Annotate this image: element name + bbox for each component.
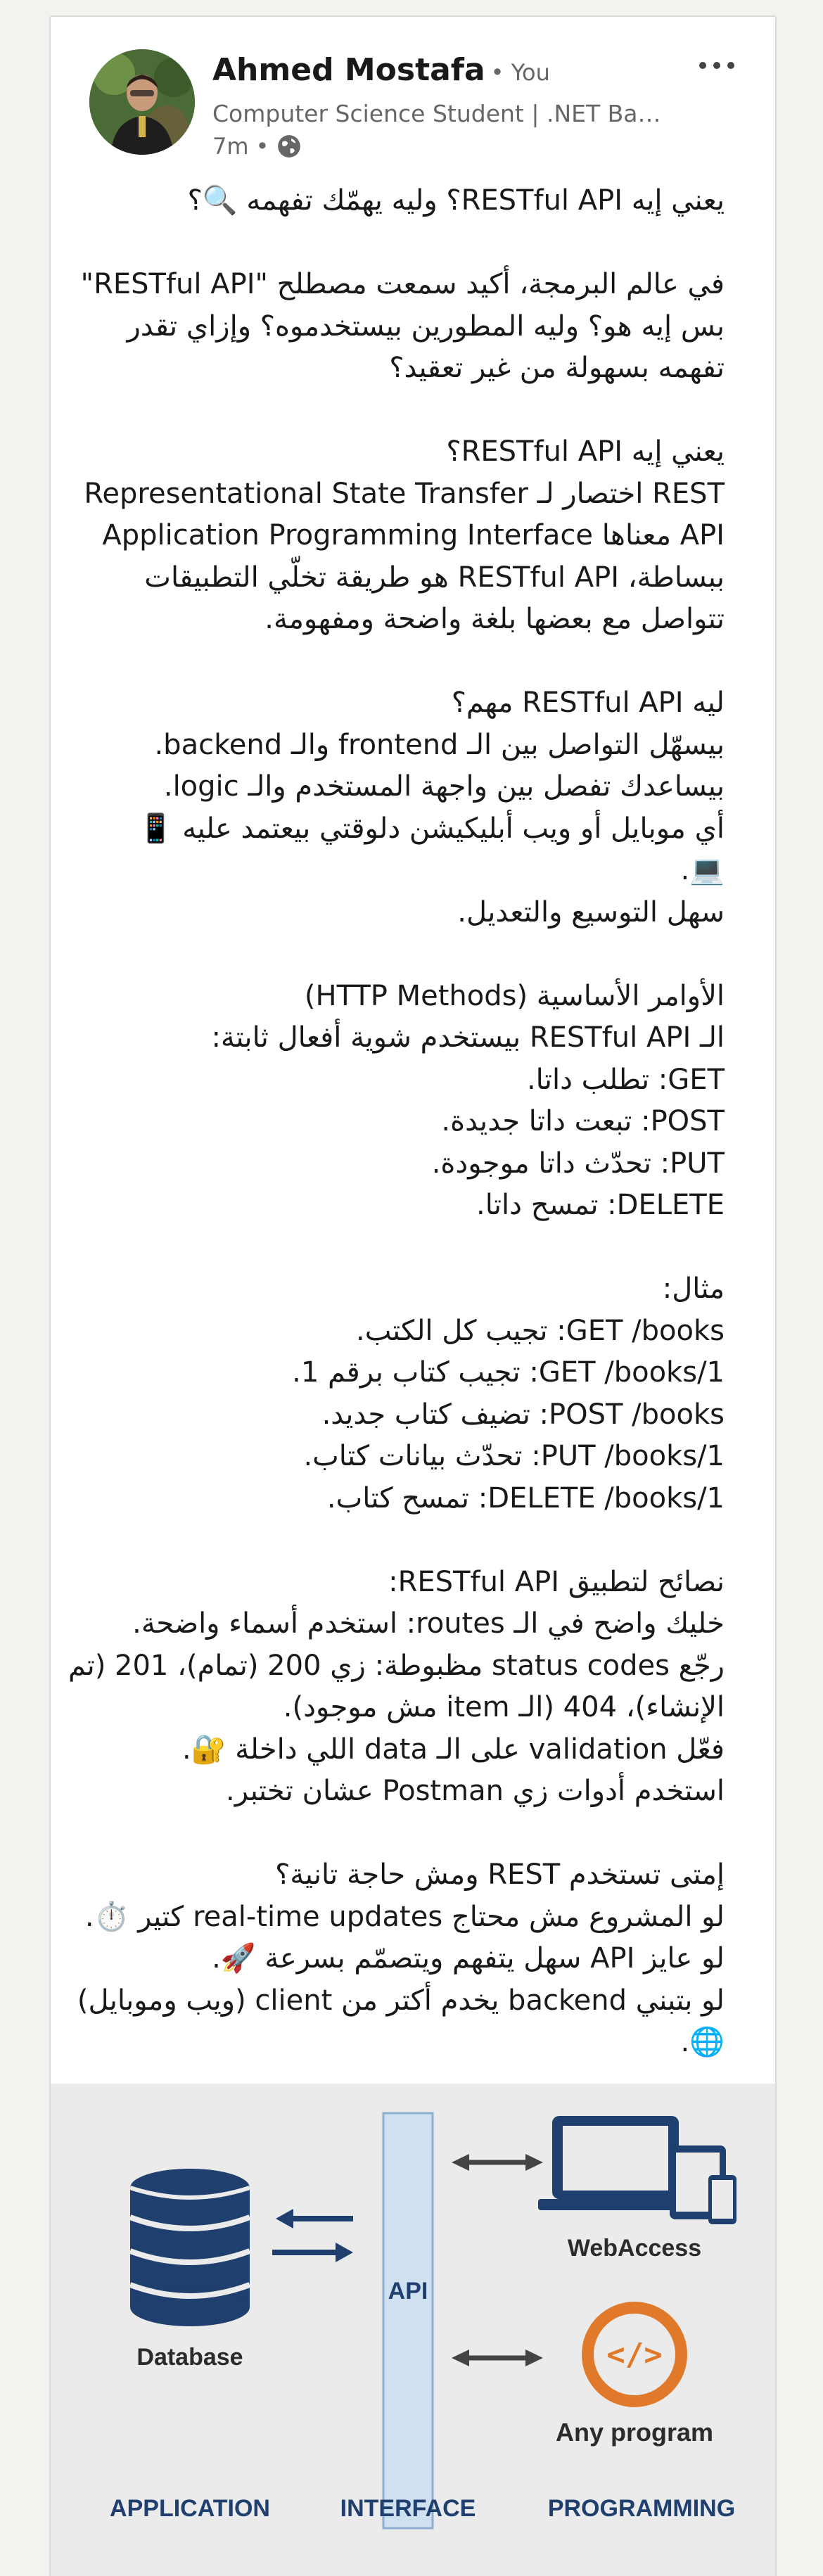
post-text-line: PUT /books/1: تحدّث بيانات كتاب.: [303, 1440, 725, 1472]
post-text-line: POST: تبعت داتا جديدة.: [441, 1105, 725, 1137]
meta-separator: •: [255, 133, 269, 160]
post-header: Ahmed Mostafa • You Computer Science Stud…: [51, 17, 775, 179]
post-text-line: رجّع status codes مظبوطة: زي 200 (تمام)،…: [68, 1649, 725, 1682]
bottom-label-interface: INTERFACE: [340, 2495, 476, 2522]
post-text-line: الـ RESTful API بيستخدم شوية أفعال ثابتة…: [211, 1021, 725, 1054]
database-label: Database: [136, 2344, 243, 2371]
you-badge: • You: [490, 59, 550, 86]
post-text-line: DELETE: تمسح داتا.: [476, 1189, 725, 1221]
webaccess-label: WebAccess: [568, 2235, 701, 2262]
code-symbol: </>: [606, 2337, 662, 2373]
more-options-icon[interactable]: [692, 48, 741, 83]
api-bar: [382, 2112, 434, 2530]
author-headline: Computer Science Student | .NET Bac...: [212, 100, 663, 127]
post-text-line: لو بتبني backend يخدم أكتر من client (وي…: [77, 1984, 725, 2017]
post-text-line: لو المشروع مش محتاج real-time updates كت…: [84, 1900, 725, 1933]
post-text-line: الإنشاء)، 404 (الـ item مش موجود).: [283, 1691, 725, 1723]
post-text-line: يعني إيه RESTful API؟ وليه يهمّك تفهمه 🔍…: [187, 184, 725, 217]
post-text-line: استخدم أدوات زي Postman عشان تختبر.: [225, 1775, 725, 1807]
post-text-line: في عالم البرمجة، أكيد سمعت مصطلح "RESTfu…: [80, 268, 725, 300]
api-label: API: [388, 2278, 428, 2304]
post-text-line: خليك واضح في الـ routes: استخدم أسماء وا…: [132, 1607, 725, 1640]
post-text-line: GET /books/1: تجيب كتاب برقم 1.: [292, 1356, 725, 1389]
code-icon: </>: [582, 2302, 687, 2407]
post-text-line: GET /books: تجيب كل الكتب.: [356, 1314, 725, 1347]
post-text-line: 🌐.: [680, 2026, 725, 2058]
post-text-line: مثال:: [662, 1273, 725, 1305]
post-text-line: REST اختصار لـ Representational State Tr…: [84, 477, 725, 510]
post-text-line: DELETE /books/1: تمسح كتاب.: [326, 1481, 725, 1515]
post-text-line: نصائح لتطبيق RESTful API:: [388, 1565, 725, 1598]
post-text-line: ببساطة، RESTful API هو طريقة تخلّي التطب…: [144, 561, 725, 594]
post-text-line: سهل التوسيع والتعديل.: [457, 895, 725, 929]
post-text-line: يعني إيه RESTful API؟: [446, 435, 725, 468]
post-text-line: [83, 1227, 725, 1268]
post-text-line: POST /books: تضيف كتاب جديد.: [321, 1398, 725, 1431]
post-text-line: فعّل validation على الـ data اللي داخلة …: [182, 1733, 725, 1766]
post-meta: 7m •: [212, 133, 302, 160]
bottom-label-application: APPLICATION: [110, 2495, 270, 2522]
post-text-line: [83, 222, 725, 263]
post-text-line: API معناها Application Programming Inter…: [102, 519, 725, 551]
post-text-line: تتواصل مع بعضها بلغة واضحة ومفهومة.: [264, 603, 725, 635]
anyprogram-label: Any program: [556, 2418, 713, 2447]
post-text-line: 💻.: [680, 854, 725, 886]
post-text-line: [83, 933, 725, 974]
database-icon: [129, 2169, 251, 2326]
post-text-line: بيساعدك تفصل بين واجهة المستخدم والـ log…: [163, 770, 725, 803]
post-text-line: بس إيه هو؟ وليه المطورين بيستخدموه؟ وإزا…: [127, 310, 725, 343]
post-time: 7m: [212, 133, 249, 160]
bottom-label-programming: PROGRAMMING: [548, 2495, 735, 2522]
post-text-line: إمتى تستخدم REST ومش حاجة تانية؟: [275, 1858, 725, 1891]
post-text-line: أي موبايل أو ويب أبليكيشن دلوقتي بيعتمد …: [138, 812, 725, 845]
post-text-line: PUT: تحدّث داتا موجودة.: [431, 1147, 725, 1180]
author-name-row[interactable]: Ahmed Mostafa • You: [212, 52, 550, 88]
post-text-line: [83, 641, 725, 682]
post-card: Ahmed Mostafa • You Computer Science Stud…: [49, 15, 777, 2576]
globe-icon: [276, 133, 302, 160]
author-name[interactable]: Ahmed Mostafa: [212, 52, 485, 88]
post-text-line: [83, 390, 725, 431]
post-text-line: GET: تطلب داتا.: [526, 1063, 725, 1096]
post-text-line: [83, 1813, 725, 1854]
author-avatar[interactable]: [89, 49, 195, 155]
post-text-line: الأوامر الأساسية (HTTP Methods): [304, 979, 725, 1012]
post-text-line: ليه RESTful API مهم؟: [451, 687, 725, 719]
post-image[interactable]: Database API WebAccess </> Any program A…: [51, 2084, 775, 2576]
post-text-line: لو عايز API سهل يتفهم ويتصمّم بسرعة 🚀.: [212, 1942, 725, 1975]
post-text-line: بيسهّل التواصل بين الـ frontend والـ bac…: [154, 728, 725, 761]
post-text-line: [83, 1519, 725, 1560]
post-text-line: تفهمه بسهولة من غير تعقيد؟: [389, 352, 725, 384]
